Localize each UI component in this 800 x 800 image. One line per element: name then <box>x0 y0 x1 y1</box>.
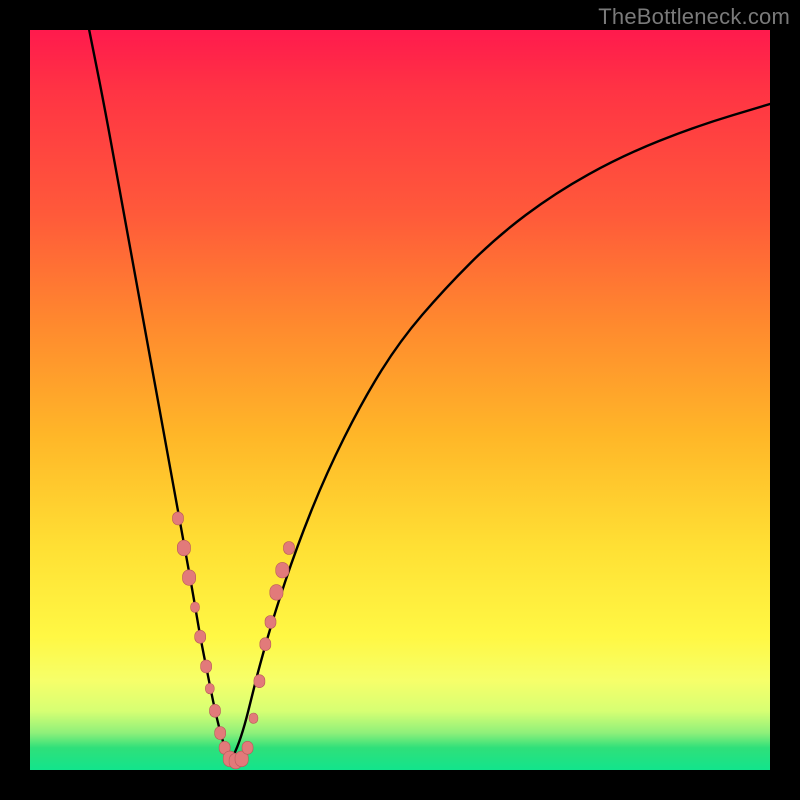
marker-4 <box>195 630 206 643</box>
bottleneck-curve <box>89 30 770 763</box>
marker-5 <box>201 660 212 673</box>
marker-16 <box>260 638 271 651</box>
curve-layer <box>30 30 770 770</box>
marker-17 <box>265 616 276 629</box>
marker-8 <box>215 727 226 740</box>
curve-right-branch <box>230 104 770 763</box>
marker-3 <box>191 602 200 612</box>
marker-6 <box>205 683 214 693</box>
marker-7 <box>210 704 221 717</box>
marker-18 <box>270 585 283 601</box>
marker-20 <box>284 542 295 555</box>
marker-0 <box>173 512 184 525</box>
chart-frame: TheBottleneck.com <box>0 0 800 800</box>
marker-1 <box>177 540 190 556</box>
plot-area <box>30 30 770 770</box>
curve-left-branch <box>89 30 230 763</box>
marker-2 <box>183 570 196 586</box>
watermark-text: TheBottleneck.com <box>598 4 790 30</box>
marker-14 <box>249 713 258 723</box>
marker-19 <box>276 562 289 578</box>
marker-13 <box>242 741 253 754</box>
data-markers <box>173 512 295 769</box>
marker-15 <box>254 675 265 688</box>
